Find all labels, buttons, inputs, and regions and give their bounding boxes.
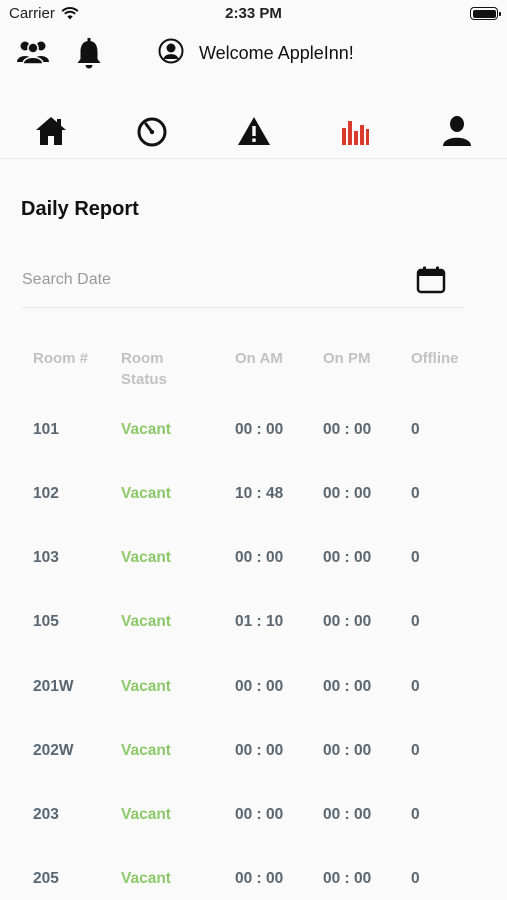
tab-alerts[interactable] bbox=[224, 108, 284, 154]
tab-bar-divider bbox=[0, 158, 507, 159]
cell-on-am: 00 : 00 bbox=[235, 806, 284, 823]
cell-on-pm: 00 : 00 bbox=[323, 485, 372, 502]
cell-room: 103 bbox=[33, 549, 59, 566]
cell-status: Vacant bbox=[121, 678, 171, 695]
cell-offline: 0 bbox=[411, 678, 420, 695]
cell-room: 203 bbox=[33, 806, 59, 823]
column-header-room-status-line2: Status bbox=[121, 371, 167, 388]
cell-on-am: 00 : 00 bbox=[235, 870, 284, 887]
table-row[interactable]: 103 Vacant 00 : 00 00 : 00 0 bbox=[0, 549, 507, 579]
warning-icon bbox=[238, 117, 270, 145]
cell-status: Vacant bbox=[121, 613, 171, 630]
bar-chart-icon bbox=[342, 121, 369, 145]
cell-status: Vacant bbox=[121, 549, 171, 566]
profile-avatar-icon[interactable] bbox=[158, 38, 184, 64]
column-header-room-status: Room Status bbox=[121, 348, 167, 390]
cell-on-am: 01 : 10 bbox=[235, 613, 284, 630]
clock: 2:33 PM bbox=[225, 5, 282, 22]
cell-room: 202W bbox=[33, 742, 74, 759]
column-header-room-status-line1: Room bbox=[121, 350, 164, 367]
tab-home[interactable] bbox=[21, 108, 81, 154]
cell-on-pm: 00 : 00 bbox=[323, 742, 372, 759]
column-header-room: Room # bbox=[33, 350, 89, 367]
tab-profile[interactable] bbox=[427, 108, 487, 154]
cell-status: Vacant bbox=[121, 870, 171, 887]
cell-offline: 0 bbox=[411, 742, 420, 759]
cell-on-pm: 00 : 00 bbox=[323, 806, 372, 823]
cell-on-pm: 00 : 00 bbox=[323, 678, 372, 695]
cell-on-pm: 00 : 00 bbox=[323, 421, 372, 438]
user-icon bbox=[443, 116, 471, 146]
cell-status: Vacant bbox=[121, 806, 171, 823]
table-row[interactable]: 205 Vacant 00 : 00 00 : 00 0 bbox=[0, 870, 507, 900]
tab-timer[interactable] bbox=[122, 108, 182, 154]
page-title: Daily Report bbox=[21, 198, 139, 220]
home-icon bbox=[36, 117, 66, 145]
search-date-input[interactable] bbox=[22, 262, 402, 298]
cell-offline: 0 bbox=[411, 485, 420, 502]
cell-room: 101 bbox=[33, 421, 59, 438]
tab-bar bbox=[0, 108, 507, 154]
table-row[interactable]: 102 Vacant 10 : 48 00 : 00 0 bbox=[0, 485, 507, 515]
table-row[interactable]: 202W Vacant 00 : 00 00 : 00 0 bbox=[0, 742, 507, 772]
tab-reports[interactable] bbox=[325, 108, 385, 154]
cell-room: 205 bbox=[33, 870, 59, 887]
cell-on-am: 00 : 00 bbox=[235, 678, 284, 695]
table-row[interactable]: 203 Vacant 00 : 00 00 : 00 0 bbox=[0, 806, 507, 836]
cell-on-am: 00 : 00 bbox=[235, 549, 284, 566]
cell-on-pm: 00 : 00 bbox=[323, 613, 372, 630]
column-header-offline: Offline bbox=[411, 350, 459, 367]
table-row[interactable]: 105 Vacant 01 : 10 00 : 00 0 bbox=[0, 613, 507, 643]
status-bar: Carrier 2:33 PM bbox=[0, 0, 507, 28]
cell-status: Vacant bbox=[121, 485, 171, 502]
calendar-icon[interactable] bbox=[416, 266, 446, 294]
timer-icon bbox=[137, 117, 167, 147]
top-header: Welcome AppleInn! bbox=[0, 34, 507, 74]
cell-on-pm: 00 : 00 bbox=[323, 549, 372, 566]
cell-on-am: 10 : 48 bbox=[235, 485, 284, 502]
column-header-on-am: On AM bbox=[235, 350, 283, 367]
cell-offline: 0 bbox=[411, 421, 420, 438]
group-icon[interactable] bbox=[16, 38, 50, 66]
cell-status: Vacant bbox=[121, 421, 171, 438]
table-row[interactable]: 101 Vacant 00 : 00 00 : 00 0 bbox=[0, 421, 507, 451]
cell-room: 201W bbox=[33, 678, 74, 695]
cell-on-pm: 00 : 00 bbox=[323, 870, 372, 887]
search-date-field bbox=[22, 262, 464, 308]
battery-icon bbox=[470, 7, 501, 20]
cell-offline: 0 bbox=[411, 806, 420, 823]
table-row[interactable]: 201W Vacant 00 : 00 00 : 00 0 bbox=[0, 678, 507, 708]
cell-status: Vacant bbox=[121, 742, 171, 759]
welcome-text: Welcome AppleInn! bbox=[199, 43, 354, 63]
cell-room: 105 bbox=[33, 613, 59, 630]
cell-room: 102 bbox=[33, 485, 59, 502]
cell-offline: 0 bbox=[411, 613, 420, 630]
cell-on-am: 00 : 00 bbox=[235, 742, 284, 759]
bell-icon[interactable] bbox=[76, 38, 102, 70]
cell-on-am: 00 : 00 bbox=[235, 421, 284, 438]
cell-offline: 0 bbox=[411, 870, 420, 887]
cell-offline: 0 bbox=[411, 549, 420, 566]
column-header-on-pm: On PM bbox=[323, 350, 371, 367]
